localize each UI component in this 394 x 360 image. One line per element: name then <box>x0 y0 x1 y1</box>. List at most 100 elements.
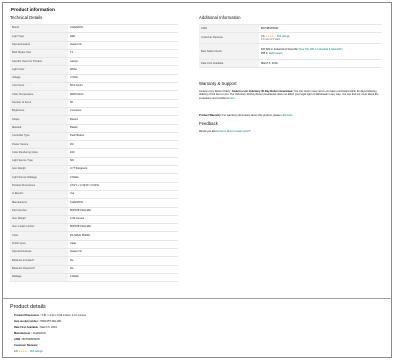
spec-value: T1 <box>68 48 178 58</box>
best-sellers-rank-label: Best Sellers Rank <box>199 43 259 60</box>
spec-label: Unit Count <box>10 82 68 91</box>
spec-label: Manufacturer <box>10 198 68 208</box>
spec-value: #3 (White 6500K) <box>68 231 178 241</box>
asin-label: ASIN <box>199 24 259 33</box>
table-row: Color Rendering Index 100 <box>10 148 178 158</box>
spec-label: Wattage <box>10 272 68 283</box>
table-row: Is Electric Yes <box>10 189 178 199</box>
table-row: Light Source Wattage 3 Watts <box>10 173 178 183</box>
spec-label: Batteries Included? <box>10 256 68 266</box>
table-row: Material Plastic <box>10 123 178 133</box>
spec-label: Special Features <box>10 247 68 257</box>
table-row: Number of Items 50 <box>10 98 178 108</box>
spec-label: Item Weight <box>10 214 68 224</box>
spec-value: 3 Volts <box>68 73 178 83</box>
return-conditions-link[interactable]: here. <box>230 97 236 100</box>
spec-value: Push Button <box>68 131 178 141</box>
product-warranty-label: Product Warranty: <box>199 114 222 117</box>
detail-label: Customer Reviews: <box>14 344 39 347</box>
detail-label: Manufacturer : <box>14 332 33 335</box>
spec-label: Light Source Type <box>10 156 68 166</box>
table-row: Wattage 3 Watts <box>10 272 178 283</box>
detail-label: Date First Available : <box>14 326 40 329</box>
spec-value: 50 <box>68 98 178 108</box>
spec-label: Color Rendering Index <box>10 148 68 158</box>
spec-label: Light Type <box>10 32 68 42</box>
section-divider <box>2 298 392 299</box>
spec-value: Instant On <box>68 40 178 50</box>
spec-value: No <box>68 256 178 266</box>
table-row: Batteries Included? No <box>10 256 178 266</box>
customer-reviews-label: Customer Reviews <box>199 32 259 44</box>
table-row: Item model number 5DF105T-WH-WH <box>10 223 178 232</box>
spec-label: Product Dimensions <box>10 181 68 191</box>
spec-value: 3.51"L x 4.33"W x 0.63"H <box>68 181 178 191</box>
spec-value: 2 Lumens <box>68 106 178 116</box>
spec-value: CHANZON <box>68 198 178 208</box>
table-row: Color Temperature 6000 Kelvin <box>10 90 178 100</box>
spec-value: 6000 Kelvin <box>68 90 178 100</box>
customer-reviews-value: 4.6 ★★★★☆ 163 ratings 4.6 out of 5 stars <box>259 32 382 44</box>
spec-value: 100 <box>68 148 178 158</box>
spec-label: Light Color <box>10 65 68 75</box>
spec-label: Controller Type <box>10 131 68 141</box>
spec-value: DC <box>68 140 178 149</box>
top-100-link[interactable]: (See Top 100 in Industrial & Scientific) <box>299 48 343 51</box>
table-row: Brightness 2 Lumens <box>10 106 178 116</box>
ratings-count-link[interactable]: 163 ratings <box>30 350 43 353</box>
spec-value: 5DF105T-WH-WH <box>68 206 178 216</box>
table-row: Voltage 3 Volts <box>10 73 178 83</box>
spec-label: Part Number <box>10 206 68 216</box>
table-row: Light Source Type NO <box>10 156 178 166</box>
spec-label: Special Feature <box>10 40 68 50</box>
table-row: Finish types Clear <box>10 239 178 249</box>
spec-label: Finish types <box>10 239 68 249</box>
spec-value: NO <box>68 156 178 166</box>
detail-value: CHANZON <box>32 332 46 335</box>
spec-value: CHANZON <box>68 23 178 33</box>
rating-subtext: 4.6 out of 5 stars <box>261 38 281 41</box>
additional-information-table: ASIN B07NBSF5DW Customer Reviews 4.6 ★★★… <box>199 24 382 68</box>
date-first-available-label: Date First Available <box>199 59 259 68</box>
spec-label: Specific Uses For Product <box>10 57 68 66</box>
spec-label: Item model number <box>10 223 68 232</box>
spec-value: 3 Watts <box>68 272 178 283</box>
table-row: Part Number 5DF105T-WH-WH <box>10 206 178 216</box>
return-policy-text: Amazon.com Return Policy: Amazon.com Vol… <box>199 90 385 100</box>
additional-information-heading: Additional Information <box>199 15 241 20</box>
spec-label: Brightness <box>10 106 68 116</box>
spec-label: Is Electric <box>10 189 68 199</box>
rank-line2-prefix: #55 in <box>261 51 269 55</box>
spec-value: 0.77 Kilograms <box>68 165 178 174</box>
detail-label: ASIN : <box>14 338 22 341</box>
table-row: Bulb Shape Size T1 <box>10 48 178 58</box>
warranty-click-here-link[interactable]: click here <box>282 114 293 117</box>
spec-value: Plastic <box>68 123 178 133</box>
table-row: Manufacturer CHANZON <box>10 198 178 208</box>
spec-label: Shape <box>10 115 68 125</box>
table-row: Customer Reviews 4.6 ★★★★☆ 163 ratings 4… <box>199 32 382 44</box>
detail-value: 5DF105T-WH-WH <box>40 320 62 323</box>
spec-label: Color <box>10 231 68 241</box>
lower-price-link[interactable]: tell us about a lower price <box>219 130 248 133</box>
led-lamps-link[interactable]: LED Lamps <box>269 52 283 55</box>
table-row: Batteries Required? No <box>10 264 178 274</box>
spec-value: Lamps <box>68 57 178 66</box>
spec-value: White <box>68 65 178 75</box>
detail-value: March 5, 2019 <box>40 326 57 329</box>
product-details-heading: Product details <box>10 304 46 310</box>
spec-value: LED <box>68 32 178 42</box>
spec-value: Instant On <box>68 247 178 257</box>
feedback-question: Would you like to <box>199 130 219 133</box>
table-row: Special Features Instant On <box>10 247 178 257</box>
table-row: Product Dimensions 3.51"L x 4.33"W x 0.63… <box>10 181 178 191</box>
warranty-heading: Warranty & Support <box>199 81 237 86</box>
product-details-list: Product Dimensions : 3.51 x 4.33 x 0.63 … <box>14 313 86 355</box>
table-row: Light Type LED <box>10 32 178 42</box>
technical-details-heading: Technical Details <box>10 15 43 20</box>
table-row: Controller Type Push Button <box>10 131 178 141</box>
spec-value: Round <box>68 115 178 125</box>
spec-value: No <box>68 264 178 274</box>
spec-label: Item Weight <box>10 165 68 174</box>
star-rating-icon[interactable]: ★★★★☆ <box>18 350 29 353</box>
